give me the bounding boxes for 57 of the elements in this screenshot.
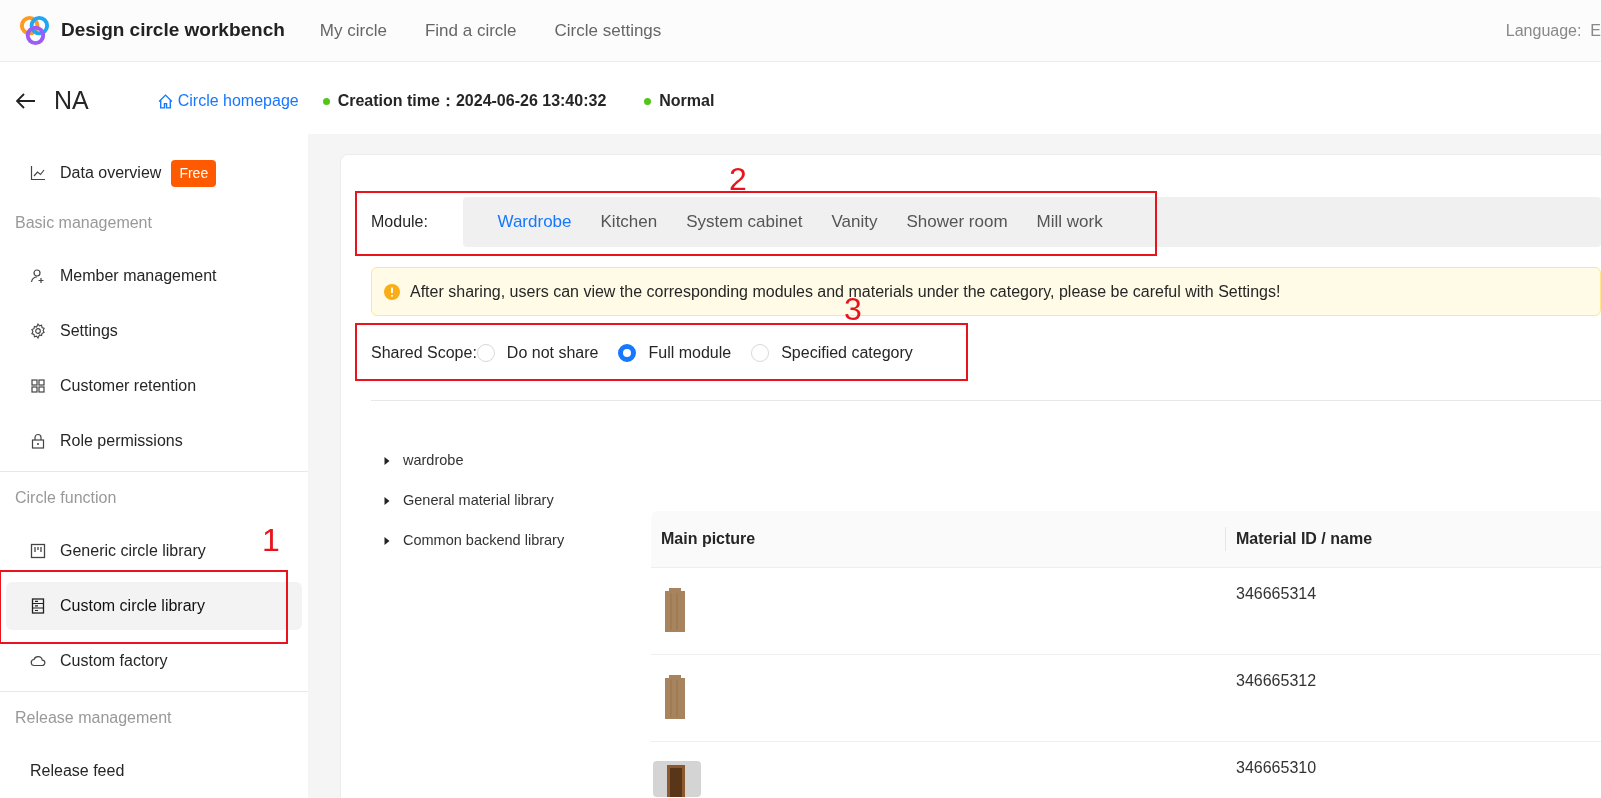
home-icon	[156, 92, 174, 110]
shared-scope-label: Shared Scope:	[371, 343, 477, 363]
module-tab[interactable]: Vanity	[816, 209, 892, 235]
section-heading: Basic management	[14, 213, 153, 233]
board-icon	[30, 543, 46, 559]
module-label: Module:	[371, 212, 429, 232]
nav-link[interactable]: Circle settings	[535, 17, 681, 44]
warning-icon	[384, 283, 400, 300]
settings-icon	[30, 323, 46, 339]
radio-option[interactable]: Do not share	[476, 341, 611, 365]
sidebar-item[interactable]: Custom circle library	[6, 582, 302, 630]
sidebar-item[interactable]: Data overview Free	[6, 149, 229, 197]
module-tab[interactable]: System cabinet	[671, 209, 817, 235]
module-tab[interactable]: Mill work	[1022, 209, 1118, 235]
tree-node[interactable]: Common backend library	[383, 521, 565, 561]
table-cell: 346665310	[1236, 759, 1317, 776]
cloud-icon	[30, 653, 46, 669]
column-header: Material ID / name	[1225, 527, 1373, 551]
annotation-number: 1	[262, 524, 280, 556]
language-selector[interactable]: Language: E	[1505, 18, 1601, 43]
chart-icon	[30, 165, 46, 181]
app-title: Design circle workbench	[61, 18, 285, 43]
sidebar-item[interactable]: Release feed	[6, 747, 137, 795]
free-badge: Free	[171, 159, 217, 187]
radio-option[interactable]: Specified category	[743, 341, 925, 365]
creation-time-label: Creation time：	[337, 91, 456, 111]
column-header: Main picture	[661, 530, 756, 547]
sidebar-item[interactable]: Settings	[6, 307, 130, 355]
radio-option[interactable]: Full module	[610, 341, 744, 365]
status-text: Normal	[659, 91, 715, 111]
lock-icon	[30, 433, 46, 449]
table-cell: 346665314	[1236, 585, 1317, 602]
module-tab[interactable]: Wardrobe	[483, 209, 586, 235]
nav-link[interactable]: Find a circle	[405, 17, 536, 44]
tree-node[interactable]: General material library	[383, 481, 554, 521]
grid-icon	[30, 378, 46, 394]
sidebar-item[interactable]: Custom factory	[6, 637, 180, 685]
material-thumbnail	[653, 761, 701, 797]
back-arrow-icon	[16, 93, 36, 109]
module-tab[interactable]: Shower room	[891, 209, 1023, 235]
circle-name: NA	[54, 85, 89, 117]
sidebar-item[interactable]: Role permissions	[6, 417, 195, 465]
material-thumbnail	[663, 674, 687, 719]
annotation-number: 2	[729, 163, 747, 195]
tree-node[interactable]: wardrobe	[383, 441, 464, 481]
material-thumbnail	[663, 587, 687, 632]
nav-link[interactable]: My circle	[300, 17, 406, 44]
table-cell: 346665312	[1236, 672, 1317, 689]
sidebar-item[interactable]: Member management	[6, 252, 229, 300]
sidebar-item[interactable]: Customer retention	[6, 362, 209, 410]
logo-icon	[18, 14, 51, 47]
cabinet-icon	[30, 598, 46, 614]
creation-time-value: 2024-06-26 13:40:32	[455, 91, 607, 111]
module-tab[interactable]: Kitchen	[586, 209, 672, 235]
user-add-icon	[30, 268, 46, 284]
homepage-link[interactable]: Circle homepage	[156, 89, 299, 113]
sidebar-item[interactable]: Generic circle library	[6, 527, 218, 575]
